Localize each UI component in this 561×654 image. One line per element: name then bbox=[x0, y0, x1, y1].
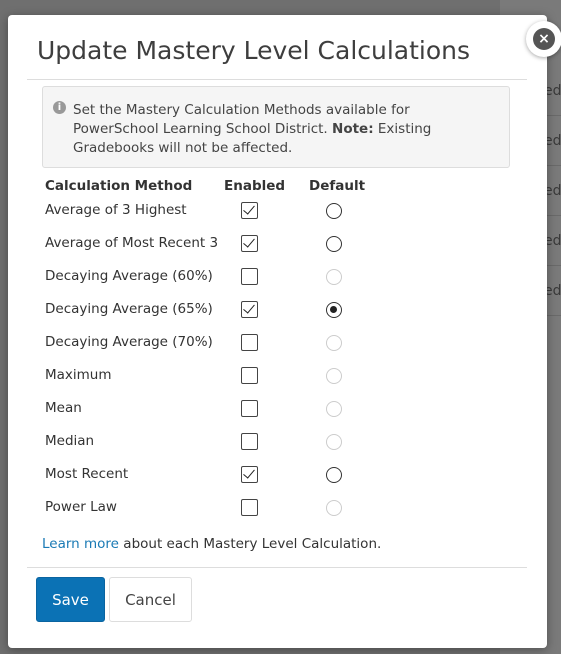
column-header-method: Calculation Method bbox=[45, 178, 193, 194]
enabled-checkbox[interactable] bbox=[241, 301, 258, 318]
enabled-checkbox[interactable] bbox=[241, 334, 258, 351]
default-radio bbox=[326, 434, 342, 450]
info-box: i Set the Mastery Calculation Methods av… bbox=[42, 86, 510, 168]
method-label: Median bbox=[45, 433, 95, 449]
method-label: Decaying Average (70%) bbox=[45, 334, 213, 350]
info-icon: i bbox=[53, 101, 66, 114]
method-label: Decaying Average (65%) bbox=[45, 301, 213, 317]
default-radio[interactable] bbox=[326, 302, 342, 318]
divider bbox=[27, 79, 527, 80]
close-icon: × bbox=[533, 28, 555, 50]
modal-title: Update Mastery Level Calculations bbox=[37, 36, 471, 65]
method-label: Maximum bbox=[45, 367, 112, 383]
enabled-checkbox[interactable] bbox=[241, 202, 258, 219]
method-label: Decaying Average (60%) bbox=[45, 268, 213, 284]
default-radio bbox=[326, 269, 342, 285]
column-header-enabled: Enabled bbox=[224, 178, 286, 194]
method-label: Mean bbox=[45, 400, 82, 416]
enabled-checkbox[interactable] bbox=[241, 433, 258, 450]
method-label: Most Recent bbox=[45, 466, 129, 482]
info-note-label: Note: bbox=[332, 121, 374, 137]
learn-more-line: Learn more about each Mastery Level Calc… bbox=[42, 536, 381, 552]
enabled-checkbox[interactable] bbox=[241, 400, 258, 417]
default-radio[interactable] bbox=[326, 203, 342, 219]
default-radio bbox=[326, 401, 342, 417]
enabled-checkbox[interactable] bbox=[241, 499, 258, 516]
learn-more-suffix: about each Mastery Level Calculation. bbox=[119, 536, 382, 552]
method-label: Average of Most Recent 3 bbox=[45, 235, 219, 251]
enabled-checkbox[interactable] bbox=[241, 367, 258, 384]
cancel-button[interactable]: Cancel bbox=[109, 577, 192, 622]
default-radio bbox=[326, 500, 342, 516]
enabled-checkbox[interactable] bbox=[241, 466, 258, 483]
learn-more-link[interactable]: Learn more bbox=[42, 536, 119, 552]
method-label: Average of 3 Highest bbox=[45, 202, 187, 218]
column-header-default: Default bbox=[309, 178, 366, 194]
divider bbox=[27, 567, 527, 568]
close-button[interactable]: × bbox=[526, 21, 561, 57]
default-radio bbox=[326, 368, 342, 384]
enabled-checkbox[interactable] bbox=[241, 235, 258, 252]
default-radio[interactable] bbox=[326, 236, 342, 252]
save-button[interactable]: Save bbox=[36, 577, 105, 622]
mastery-calculations-modal: Update Mastery Level Calculations i Set … bbox=[8, 15, 561, 648]
method-label: Power Law bbox=[45, 499, 117, 515]
enabled-checkbox[interactable] bbox=[241, 268, 258, 285]
default-radio bbox=[326, 335, 342, 351]
default-radio[interactable] bbox=[326, 467, 342, 483]
